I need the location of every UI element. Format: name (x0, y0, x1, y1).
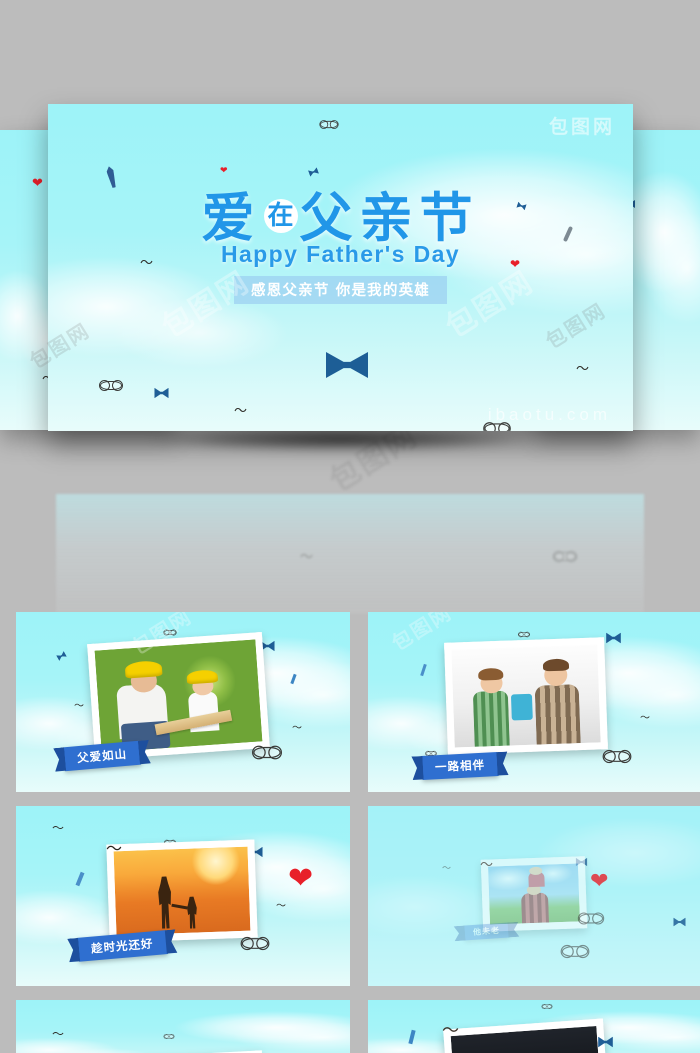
hard-hat-icon (124, 660, 163, 679)
photo-beach-sunset (113, 846, 251, 936)
title-char-at: 在 (263, 199, 298, 234)
hero-reflection: 包图网 ～ (56, 419, 644, 614)
title-char-love: 爱 (201, 188, 262, 249)
page-subtitle-en: Happy Father's Day (220, 241, 461, 267)
photo-frame (106, 839, 258, 943)
hero-title-block: 爱在父亲节 Happy Father's Day 感恩父亲节 你是我的英雄 (48, 192, 633, 304)
photo-dark-partial (450, 1025, 602, 1053)
sky-backdrop (16, 1000, 350, 1053)
thumbnail-card[interactable]: ～ (368, 1000, 700, 1053)
moustache-icon: ～ (300, 549, 314, 564)
status-badge: 感恩父亲节 你是我的英雄 (234, 276, 447, 304)
photo-garden (94, 639, 263, 753)
thumbnail-card[interactable]: ～ ❤ ～ ～ 趁时光还好 (16, 806, 350, 986)
thumbnail-card[interactable]: ～ ❤ ～ 他未老 (368, 806, 700, 986)
watermark-domain: ibaotu.com (487, 405, 611, 424)
title-chars-fathers-day: 父亲节 (299, 188, 480, 249)
glasses-icon (553, 551, 577, 563)
gift-box (511, 693, 533, 720)
page-title: 爱在父亲节 (48, 192, 633, 245)
thumbnail-ribbon-label: 他未老 (463, 922, 510, 941)
photo-shoulder-ride (488, 863, 580, 925)
photo-frame (480, 856, 588, 932)
watermark-badge: 包图网 (548, 116, 615, 138)
hero-slide[interactable]: ❤ ～ ❤ ～ ～ 爱在父亲节 Happy Father's Day 感恩父亲节… (48, 104, 633, 431)
thumbnail-card[interactable]: ～ ～ (16, 1000, 350, 1053)
thumbnail-card[interactable]: ～ ～ 一路相伴 包图网 (368, 612, 700, 792)
photo-gift-exchange (451, 644, 601, 748)
photo-frame (87, 632, 270, 760)
photo-frame (444, 637, 608, 755)
thumbnail-ribbon-label: 一路相伴 (421, 752, 499, 780)
thumbnail-card[interactable]: ～ ～ 父爱如山 包图网 (16, 612, 350, 792)
thumbnail-grid: ～ ～ 父爱如山 包图网 ～ 一路相伴 包图网 ～ ❤ ～ ～ 趁时光还好 ～ … (0, 612, 700, 1053)
